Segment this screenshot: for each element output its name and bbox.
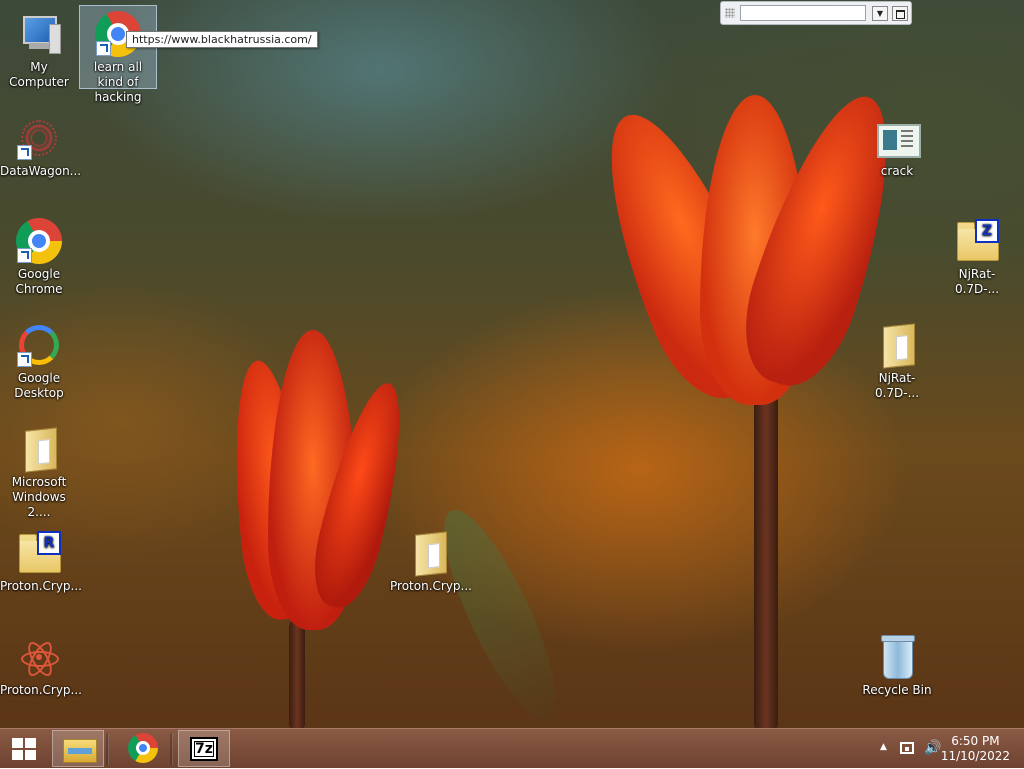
icon-label: NjRat-0.7D-... (954, 267, 1000, 296)
desktop-icon-my-computer[interactable]: My Computer (0, 6, 78, 90)
taskbar-separator (106, 733, 109, 765)
desktop-icon-google-chrome[interactable]: Google Chrome (0, 213, 78, 297)
zip-archive-icon: Z (953, 217, 1001, 265)
shortcut-arrow-icon (17, 145, 32, 160)
chrome-shortcut-icon (15, 217, 63, 265)
chrome-icon (128, 733, 158, 763)
desktop[interactable]: My Computer learn all kind of hacking Da… (0, 0, 1024, 728)
shortcut-arrow-icon (17, 352, 32, 367)
desktop-icon-proton-rar[interactable]: R Proton.Cryp... (0, 525, 82, 594)
volume-icon[interactable]: 🔊 (924, 740, 941, 756)
chevron-up-icon[interactable]: ▲ (880, 742, 887, 752)
desktop-icon-datawagon[interactable]: DataWagon... (0, 110, 82, 179)
desktop-icon-proton-folder[interactable]: Proton.Cryp... (390, 525, 472, 594)
icon-label: DataWagon... (0, 164, 82, 178)
chevron-down-icon[interactable]: ▼ (872, 6, 888, 21)
rar-archive-icon: R (15, 529, 63, 577)
icon-label: Recycle Bin (862, 683, 932, 697)
desktop-icon-njrat-folder[interactable]: NjRat-0.7D-... (858, 317, 936, 401)
datawagon-shortcut-icon (15, 114, 63, 162)
clock-date: 11/10/2022 (940, 749, 1010, 763)
wallpaper-stem-right (754, 395, 778, 728)
desktop-icon-njrat-zip[interactable]: Z NjRat-0.7D-... (938, 213, 1016, 297)
desktop-icon-crack[interactable]: crack (858, 110, 936, 179)
icon-label: My Computer (9, 60, 69, 89)
shortcut-arrow-icon (96, 41, 111, 56)
maximize-icon[interactable] (892, 6, 908, 21)
start-button[interactable] (0, 729, 48, 769)
taskbar-7zip-button[interactable]: 7z (178, 730, 230, 767)
taskbar-separator (170, 733, 173, 765)
wallpaper-stem-left (289, 620, 305, 728)
folder-icon (15, 425, 63, 473)
application-window-icon (873, 114, 921, 162)
icon-label: learn all kind of hacking (93, 60, 143, 104)
desktop-icon-recycle-bin[interactable]: Recycle Bin (858, 629, 936, 698)
shortcut-arrow-icon (17, 248, 32, 263)
network-icon[interactable] (900, 742, 914, 754)
icon-label: Microsoft Windows 2.... (11, 475, 67, 519)
address-toolbar: ▼ (720, 1, 912, 25)
system-tray: ▲ 🔊 6:50 PM 11/10/2022 (864, 729, 1024, 769)
file-explorer-icon (63, 739, 97, 763)
icon-label: Proton.Cryp... (390, 579, 472, 593)
atom-app-icon (15, 633, 63, 681)
desktop-icon-google-desktop[interactable]: Google Desktop (0, 317, 78, 401)
clock-time: 6:50 PM (951, 734, 1000, 748)
google-desktop-shortcut-icon (15, 321, 63, 369)
computer-icon (15, 10, 63, 58)
icon-label: Proton.Cryp... (0, 579, 82, 593)
7zip-icon: 7z (190, 737, 218, 761)
recycle-bin-icon (873, 633, 921, 681)
desktop-icon-microsoft-windows[interactable]: Microsoft Windows 2.... (0, 421, 78, 520)
icon-label: crack (880, 164, 914, 178)
desktop-icon-proton-app[interactable]: Proton.Cryp... (0, 629, 82, 698)
folder-icon (405, 529, 453, 577)
url-tooltip: https://www.blackhatrussia.com/ (126, 31, 318, 48)
grip-handle-icon[interactable] (725, 8, 735, 18)
taskbar-chrome-button[interactable] (116, 730, 168, 767)
icon-label: NjRat-0.7D-... (874, 371, 920, 400)
taskbar: 7z ▲ 🔊 6:50 PM 11/10/2022 (0, 728, 1024, 768)
address-input[interactable] (740, 5, 866, 21)
taskbar-file-explorer-button[interactable] (52, 730, 104, 767)
icon-label: Google Desktop (14, 371, 64, 400)
clock[interactable]: 6:50 PM 11/10/2022 (941, 734, 1010, 764)
windows-logo-icon (12, 738, 36, 760)
icon-label: Proton.Cryp... (0, 683, 82, 697)
folder-icon (873, 321, 921, 369)
icon-label: Google Chrome (15, 267, 63, 296)
